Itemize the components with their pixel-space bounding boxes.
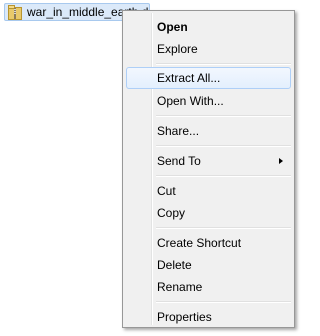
- menu-item-label: Share...: [157, 124, 200, 138]
- menu-item-extract-all[interactable]: Extract All...: [126, 67, 291, 89]
- menu-item-share[interactable]: Share...: [126, 120, 291, 142]
- menu-separator: [156, 175, 291, 177]
- menu-item-send-to[interactable]: Send To: [126, 150, 291, 172]
- menu-item-label: Properties: [157, 310, 212, 324]
- menu-item-label: Explore: [157, 42, 198, 56]
- menu-item-properties[interactable]: Properties: [126, 306, 291, 328]
- context-menu: Open Explore Extract All... Open With...…: [122, 10, 295, 328]
- menu-item-label: Cut: [157, 184, 176, 198]
- menu-item-rename[interactable]: Rename: [126, 276, 291, 298]
- menu-item-copy[interactable]: Copy: [126, 202, 291, 224]
- menu-separator: [156, 115, 291, 117]
- menu-item-explore[interactable]: Explore: [126, 38, 291, 60]
- menu-separator: [156, 63, 291, 65]
- menu-separator: [156, 227, 291, 229]
- menu-separator: [156, 145, 291, 147]
- submenu-arrow-icon: [279, 158, 283, 164]
- menu-item-create-shortcut[interactable]: Create Shortcut: [126, 232, 291, 254]
- menu-item-label: Copy: [157, 206, 186, 220]
- menu-item-cut[interactable]: Cut: [126, 180, 291, 202]
- menu-item-label: Open: [157, 20, 188, 34]
- menu-item-label: Delete: [157, 258, 192, 272]
- menu-item-label: Send To: [157, 154, 201, 168]
- menu-item-label: Extract All...: [157, 71, 221, 85]
- menu-item-label: Create Shortcut: [157, 236, 242, 250]
- menu-item-open-with[interactable]: Open With...: [126, 90, 291, 112]
- menu-item-delete[interactable]: Delete: [126, 254, 291, 276]
- folder-zip-icon: [8, 5, 22, 20]
- menu-item-open[interactable]: Open: [126, 16, 291, 38]
- menu-item-label: Rename: [157, 280, 203, 294]
- menu-separator: [156, 301, 291, 303]
- menu-item-label: Open With...: [157, 94, 224, 108]
